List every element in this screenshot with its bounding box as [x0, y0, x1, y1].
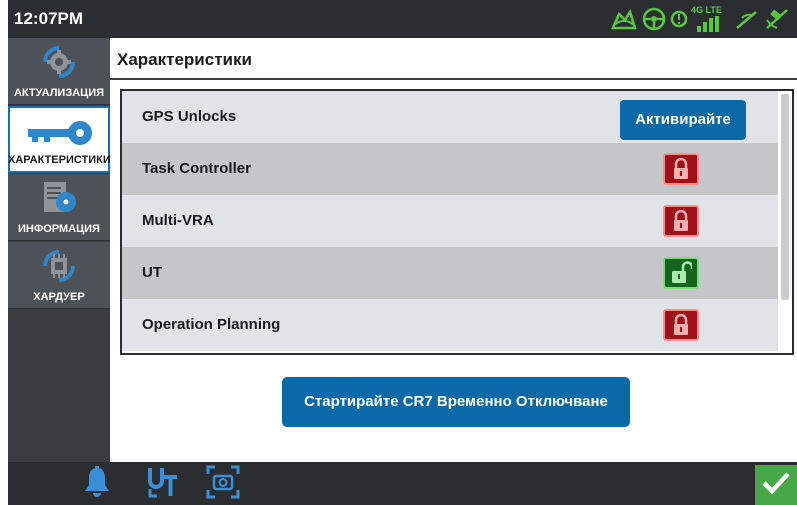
sidebar: АКТУАЛИЗАЦИЯ ХАРАКТЕРИСТИКИ ИНФОРМАЦИЯ Х… [8, 38, 110, 462]
page-title: Характеристики [117, 50, 252, 69]
key-icon [10, 118, 108, 154]
steering-wheel-icon [641, 6, 667, 32]
feature-list[interactable]: GPS Unlocks Активирайте Task Controller … [120, 89, 794, 355]
feature-name: Task Controller [142, 160, 251, 177]
universal-terminal-button[interactable] [144, 465, 182, 503]
feature-row-ut: UT [122, 247, 782, 299]
screenshot-button[interactable] [204, 465, 242, 503]
clock: 12:07PM [14, 9, 83, 28]
update-gear-icon [8, 44, 110, 80]
scrollbar[interactable] [778, 91, 792, 353]
bell-icon [82, 465, 112, 504]
feature-row-multi-vra: Multi-VRA [122, 195, 782, 247]
sidebar-item-hardware[interactable]: ХАРДУЕР [8, 242, 110, 309]
feature-name: Multi-VRA [142, 212, 214, 229]
feature-row-operation-planning: Operation Planning [122, 299, 782, 351]
activate-button[interactable]: Активирайте [620, 100, 746, 140]
sidebar-item-information[interactable]: ИНФОРМАЦИЯ [8, 174, 110, 241]
status-icons: 4G LTE [610, 3, 791, 35]
feature-row-gps-unlocks: GPS Unlocks Активирайте [122, 91, 782, 143]
sidebar-item-label: ХАРАКТЕРИСТИКИ [8, 154, 110, 166]
sidebar-item-label: АКТУАЛИЗАЦИЯ [13, 87, 105, 99]
screenshot-icon [206, 465, 240, 504]
feature-name: GPS Unlocks [142, 108, 237, 125]
bottom-bar [8, 462, 797, 505]
scrollbar-thumb[interactable] [781, 94, 789, 300]
feature-name: Operation Planning [142, 316, 281, 333]
confirm-button[interactable] [755, 465, 797, 505]
locked-icon [663, 153, 699, 185]
feature-name: UT [142, 264, 162, 281]
sidebar-item-features[interactable]: ХАРАКТЕРИСТИКИ [8, 106, 110, 173]
info-document-icon [8, 180, 110, 216]
hardware-chip-icon [8, 248, 110, 284]
antenna-icon [734, 6, 760, 32]
title-divider [110, 78, 797, 80]
notifications-button[interactable] [78, 465, 116, 503]
feature-row-task-controller: Task Controller [122, 143, 782, 195]
satellite-icon [763, 6, 791, 32]
locked-icon [663, 309, 699, 341]
unlocked-icon [663, 257, 699, 289]
locked-icon [663, 205, 699, 237]
start-cr7-temporary-unlock-button[interactable]: Стартирайте CR7 Временно Отключване [282, 377, 630, 427]
checkmark-icon [761, 470, 791, 501]
sidebar-item-label: ХАРДУЕР [33, 291, 85, 303]
sidebar-item-label: ИНФОРМАЦИЯ [18, 223, 100, 235]
cell-signal-icon: 4G LTE [691, 4, 731, 34]
sidebar-item-update[interactable]: АКТУАЛИЗАЦИЯ [8, 38, 110, 105]
universal-terminal-icon [147, 465, 179, 504]
alert-circle-icon [670, 6, 688, 32]
field-icon [610, 6, 638, 32]
status-bar: 12:07PM 4G LTE [8, 0, 797, 38]
